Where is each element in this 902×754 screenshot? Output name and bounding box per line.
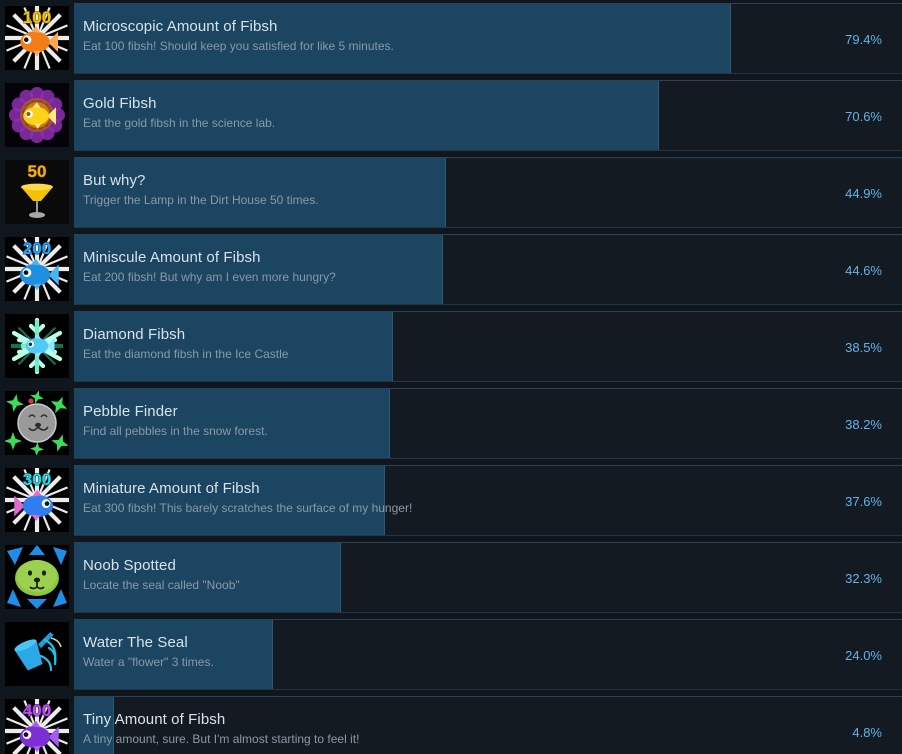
achievement-progress-track: Water The Seal Water a "flower" 3 times. 2…	[74, 619, 902, 690]
achievement-progress-track: Gold Fibsh Eat the gold fibsh in the scie…	[74, 80, 902, 151]
achievement-name: Microscopic Amount of Fibsh	[83, 18, 278, 35]
achievement-row[interactable]: 300 Miniature Amount of Fibsh Eat 300 fibs…	[0, 462, 902, 539]
achievement-name: Tiny Amount of Fibsh	[83, 711, 226, 728]
achievement-text: Diamond Fibsh Eat the diamond fibsh in th…	[74, 312, 902, 362]
achievement-name: But why?	[83, 172, 146, 189]
achievement-progress-track: Microscopic Amount of Fibsh Eat 100 fibsh…	[74, 3, 902, 74]
lamp-50-icon: 50	[5, 160, 69, 224]
achievement-percent: 79.4%	[845, 32, 882, 47]
achievement-progress-track: Noob Spotted Locate the seal called "Noob…	[74, 542, 902, 613]
achievement-percent: 4.8%	[852, 725, 882, 740]
achievement-name: Miniature Amount of Fibsh	[83, 480, 260, 497]
svg-text:300: 300	[23, 470, 51, 489]
achievement-description: Eat 200 fibsh! But why am I even more hu…	[83, 270, 336, 284]
cyan-fibsh-300-icon: 300	[5, 468, 69, 532]
svg-text:50: 50	[28, 162, 47, 181]
achievement-progress-track: Miniature Amount of Fibsh Eat 300 fibsh! …	[74, 465, 902, 536]
achievement-progress-track: Pebble Finder Find all pebbles in the sno…	[74, 388, 902, 459]
achievement-row[interactable]: 100 Microscopic Amount of Fibsh Eat 100 fi…	[0, 0, 902, 77]
achievement-description: Eat 300 fibsh! This barely scratches the…	[83, 501, 413, 515]
achievement-percent: 38.2%	[845, 417, 882, 432]
achievement-percent: 38.5%	[845, 340, 882, 355]
svg-text:100: 100	[23, 8, 51, 27]
achievement-row[interactable]: 200 Miniscule Amount of Fibsh Eat 200 fibs…	[0, 231, 902, 308]
achievement-percent: 70.6%	[845, 109, 882, 124]
achievement-name: Gold Fibsh	[83, 95, 157, 112]
achievement-progress-track: Tiny Amount of Fibsh A tiny amount, sure.…	[74, 696, 902, 754]
achievement-description: A tiny amount, sure. But I'm almost star…	[83, 732, 360, 746]
purple-fibsh-400-icon: 400	[5, 699, 69, 754]
green-seal-icon	[5, 545, 69, 609]
svg-text:400: 400	[23, 701, 51, 720]
achievement-row[interactable]: 400 Tiny Amount of Fibsh A tiny amount, su…	[0, 693, 902, 754]
achievement-description: Locate the seal called "Noob"	[83, 578, 240, 592]
pebble-icon	[5, 391, 69, 455]
achievement-name: Diamond Fibsh	[83, 326, 186, 343]
achievement-text: Miniature Amount of Fibsh Eat 300 fibsh! …	[74, 466, 902, 516]
achievement-name: Miniscule Amount of Fibsh	[83, 249, 261, 266]
achievement-text: Pebble Finder Find all pebbles in the sno…	[74, 389, 902, 439]
watering-can-icon	[5, 622, 69, 686]
achievement-list: 100 Microscopic Amount of Fibsh Eat 100 fi…	[0, 0, 902, 754]
blue-fibsh-200-icon: 200	[5, 237, 69, 301]
achievement-row[interactable]: Noob Spotted Locate the seal called "Noob…	[0, 539, 902, 616]
achievement-progress-track: Diamond Fibsh Eat the diamond fibsh in th…	[74, 311, 902, 382]
achievement-row[interactable]: Pebble Finder Find all pebbles in the sno…	[0, 385, 902, 462]
achievement-text: Water The Seal Water a "flower" 3 times.	[74, 620, 902, 670]
achievement-text: Miniscule Amount of Fibsh Eat 200 fibsh! …	[74, 235, 902, 285]
achievement-name: Water The Seal	[83, 634, 188, 651]
orange-fibsh-100-icon: 100	[5, 6, 69, 70]
achievement-text: Noob Spotted Locate the seal called "Noob…	[74, 543, 902, 593]
achievement-description: Trigger the Lamp in the Dirt House 50 ti…	[83, 193, 319, 207]
achievement-percent: 44.9%	[845, 186, 882, 201]
achievement-description: Eat the gold fibsh in the science lab.	[83, 116, 276, 130]
achievement-text: But why? Trigger the Lamp in the Dirt Hou…	[74, 158, 902, 208]
achievement-name: Pebble Finder	[83, 403, 178, 420]
achievement-text: Tiny Amount of Fibsh A tiny amount, sure.…	[74, 697, 902, 747]
achievement-name: Noob Spotted	[83, 557, 176, 574]
achievement-row[interactable]: Gold Fibsh Eat the gold fibsh in the scie…	[0, 77, 902, 154]
achievement-description: Find all pebbles in the snow forest.	[83, 424, 268, 438]
achievement-description: Eat 100 fibsh! Should keep you satisfied…	[83, 39, 394, 53]
achievement-percent: 37.6%	[845, 494, 882, 509]
achievement-percent: 24.0%	[845, 648, 882, 663]
achievement-percent: 32.3%	[845, 571, 882, 586]
achievement-text: Gold Fibsh Eat the gold fibsh in the scie…	[74, 81, 902, 131]
achievement-description: Water a "flower" 3 times.	[83, 655, 214, 669]
achievement-progress-track: But why? Trigger the Lamp in the Dirt Hou…	[74, 157, 902, 228]
achievement-description: Eat the diamond fibsh in the Ice Castle	[83, 347, 289, 361]
diamond-fibsh-icon	[5, 314, 69, 378]
svg-text:200: 200	[23, 239, 51, 258]
achievement-progress-track: Miniscule Amount of Fibsh Eat 200 fibsh! …	[74, 234, 902, 305]
achievement-text: Microscopic Amount of Fibsh Eat 100 fibsh…	[74, 4, 902, 54]
achievement-row[interactable]: Water The Seal Water a "flower" 3 times. 2…	[0, 616, 902, 693]
achievement-percent: 44.6%	[845, 263, 882, 278]
achievement-row[interactable]: 50 But why? Trigger the Lamp in the Dirt H…	[0, 154, 902, 231]
gold-fibsh-icon	[5, 83, 69, 147]
achievement-row[interactable]: Diamond Fibsh Eat the diamond fibsh in th…	[0, 308, 902, 385]
